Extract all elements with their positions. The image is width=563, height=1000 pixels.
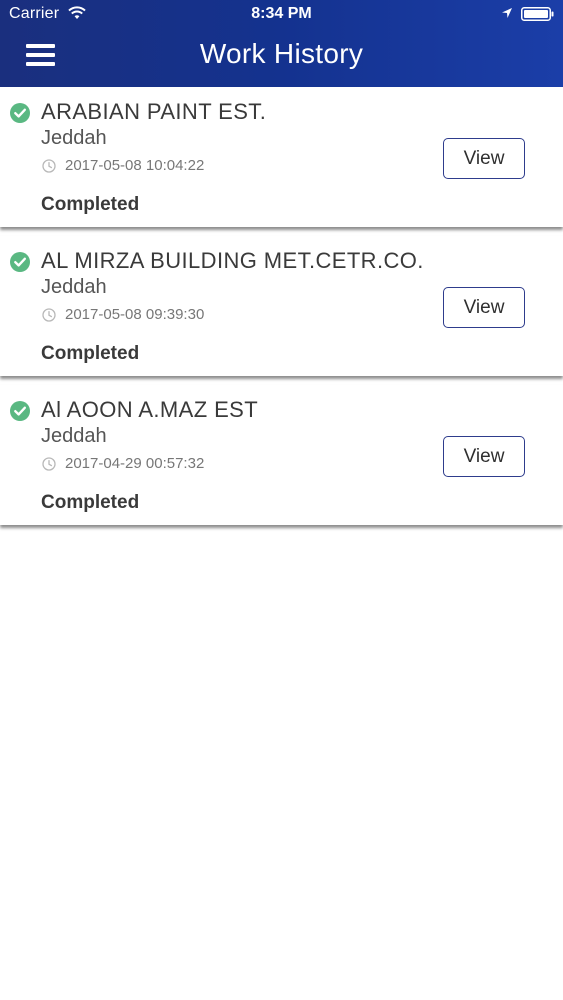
status-label: Completed	[41, 343, 140, 364]
status-time: 8:34 PM	[251, 5, 312, 22]
page-title: Work History	[199, 38, 364, 69]
city-label: Jeddah	[41, 425, 107, 447]
timestamp: 2017-04-29 00:57:32	[65, 455, 205, 472]
list-item: Al AOON A.MAZ EST Jeddah 2017-04-29 00:5…	[0, 385, 563, 525]
city-label: Jeddah	[41, 127, 107, 149]
status-label: Completed	[41, 194, 140, 215]
check-circle-icon	[10, 103, 30, 123]
city-label: Jeddah	[41, 276, 107, 298]
list-item: ARABIAN PAINT EST. Jeddah 2017-05-08 10:…	[0, 87, 563, 227]
timestamp: 2017-05-08 09:39:30	[65, 306, 205, 323]
clock-icon	[42, 457, 56, 471]
list-item: AL MIRZA BUILDING MET.CETR.CO. Jeddah 20…	[0, 236, 563, 376]
app-header: Carrier 8:34 PM Work History	[0, 0, 563, 87]
battery-icon	[521, 7, 554, 21]
company-name: AL MIRZA BUILDING MET.CETR.CO.	[41, 248, 424, 273]
company-name: Al AOON A.MAZ EST	[41, 397, 259, 422]
view-button[interactable]: View	[443, 138, 525, 179]
location-arrow-icon	[502, 8, 512, 18]
status-bar: Carrier 8:34 PM	[0, 0, 563, 30]
timestamp: 2017-05-08 10:04:22	[65, 157, 205, 174]
status-label: Completed	[41, 492, 140, 513]
clock-icon	[42, 159, 56, 173]
company-name: ARABIAN PAINT EST.	[41, 99, 267, 124]
work-history-list: ARABIAN PAINT EST. Jeddah 2017-05-08 10:…	[0, 87, 563, 534]
view-button[interactable]: View	[443, 436, 525, 477]
view-button[interactable]: View	[443, 287, 525, 328]
check-circle-icon	[10, 252, 30, 272]
clock-icon	[42, 308, 56, 322]
check-circle-icon	[10, 401, 30, 421]
